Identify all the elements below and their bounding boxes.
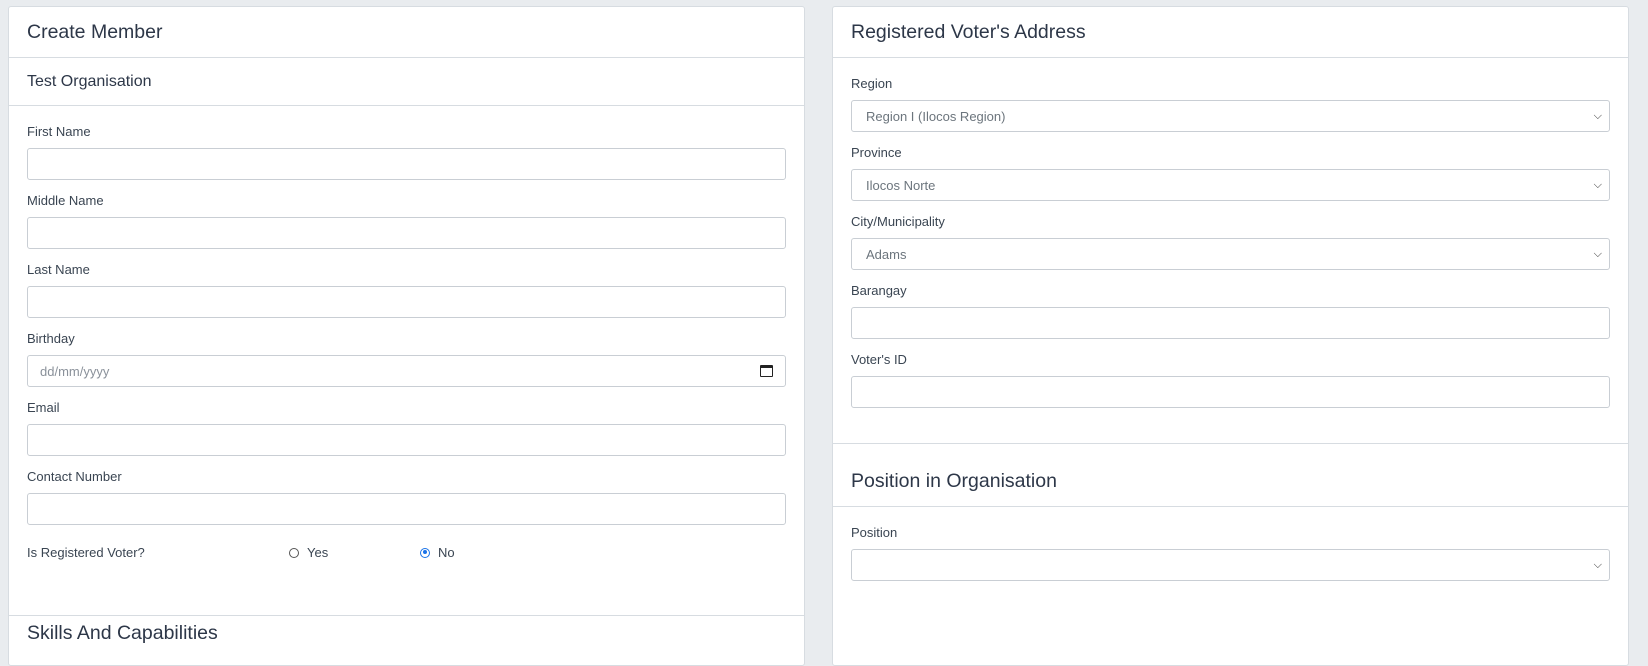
middle-name-input[interactable] <box>27 217 786 249</box>
email-label: Email <box>27 400 60 415</box>
barangay-label: Barangay <box>851 283 907 298</box>
skills-section-title: Skills And Capabilities <box>27 622 218 644</box>
first-name-input[interactable] <box>27 148 786 180</box>
email-group: Email <box>27 400 786 456</box>
voter-address-title: Registered Voter's Address <box>833 7 1628 58</box>
barangay-group: Barangay <box>851 283 1610 339</box>
position-label: Position <box>851 525 898 540</box>
birthday-label: Birthday <box>27 331 75 346</box>
position-select[interactable]: ⌵ <box>851 549 1610 581</box>
barangay-input[interactable] <box>851 307 1610 339</box>
last-name-input[interactable] <box>27 286 786 318</box>
first-name-group: First Name <box>27 124 786 180</box>
no-label[interactable]: No <box>438 545 455 560</box>
address-form: Region Region I (Ilocos Region) ⌵ Provin… <box>833 58 1628 408</box>
province-label: Province <box>851 145 902 160</box>
registered-voter-group: Is Registered Voter? Yes No <box>27 545 786 560</box>
city-value: Adams <box>866 246 907 262</box>
position-group: Position ⌵ <box>851 525 1610 581</box>
chevron-down-icon: ⌵ <box>1593 109 1602 122</box>
chevron-down-icon: ⌵ <box>1593 558 1602 571</box>
last-name-group: Last Name <box>27 262 786 318</box>
middle-name-label: Middle Name <box>27 193 104 208</box>
email-input[interactable] <box>27 424 786 456</box>
middle-name-group: Middle Name <box>27 193 786 249</box>
position-form: Position ⌵ <box>851 525 1610 594</box>
member-form: First Name Middle Name Last Name Birthda… <box>9 106 804 560</box>
registered-voter-no-option[interactable]: No <box>420 545 455 560</box>
voter-address-card: Registered Voter's Address Region Region… <box>832 6 1629 666</box>
voter-id-group: Voter's ID <box>851 352 1610 408</box>
section-divider <box>9 615 804 616</box>
region-group: Region Region I (Ilocos Region) ⌵ <box>851 76 1610 132</box>
organisation-name: Test Organisation <box>9 58 804 106</box>
create-member-card: Create Member Test Organisation First Na… <box>8 6 805 666</box>
yes-label[interactable]: Yes <box>307 545 328 560</box>
position-section-title: Position in Organisation <box>833 443 1628 507</box>
calendar-icon[interactable] <box>760 365 773 377</box>
province-value: Ilocos Norte <box>866 177 936 193</box>
registered-voter-yes-option[interactable]: Yes <box>289 545 420 560</box>
birthday-placeholder: dd/mm/yyyy <box>40 363 110 379</box>
province-group: Province Ilocos Norte ⌵ <box>851 145 1610 201</box>
region-label: Region <box>851 76 893 91</box>
registered-voter-label: Is Registered Voter? <box>27 545 145 560</box>
voter-id-label: Voter's ID <box>851 352 907 367</box>
birthday-input[interactable]: dd/mm/yyyy <box>27 355 786 387</box>
first-name-label: First Name <box>27 124 91 139</box>
chevron-down-icon: ⌵ <box>1593 178 1602 191</box>
province-select[interactable]: Ilocos Norte ⌵ <box>851 169 1610 201</box>
contact-number-label: Contact Number <box>27 469 122 484</box>
yes-radio[interactable] <box>289 547 299 558</box>
city-group: City/Municipality Adams ⌵ <box>851 214 1610 270</box>
contact-number-group: Contact Number <box>27 469 786 525</box>
no-radio[interactable] <box>420 547 430 558</box>
city-select[interactable]: Adams ⌵ <box>851 238 1610 270</box>
voter-id-input[interactable] <box>851 376 1610 408</box>
birthday-group: Birthday dd/mm/yyyy <box>27 331 786 387</box>
region-select[interactable]: Region I (Ilocos Region) ⌵ <box>851 100 1610 132</box>
create-member-title: Create Member <box>9 7 804 58</box>
last-name-label: Last Name <box>27 262 90 277</box>
region-value: Region I (Ilocos Region) <box>866 108 1006 124</box>
contact-number-input[interactable] <box>27 493 786 525</box>
chevron-down-icon: ⌵ <box>1593 247 1602 260</box>
city-label: City/Municipality <box>851 214 945 229</box>
